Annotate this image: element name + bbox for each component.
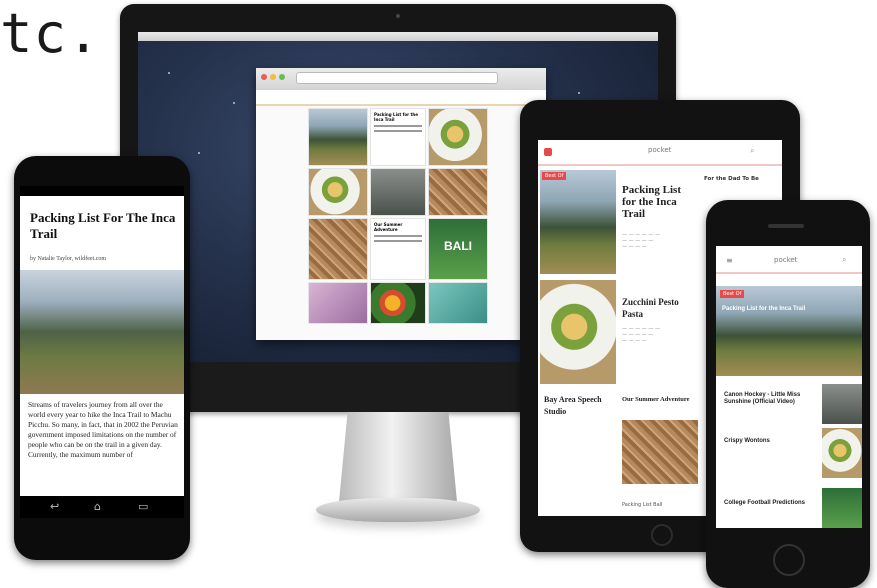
star	[168, 72, 170, 74]
app-name: pocket	[774, 256, 798, 264]
tablet-header: pocket ⌕	[538, 140, 782, 166]
article-hero-image	[20, 270, 184, 394]
card-title[interactable]: Zucchini Pesto Pasta	[622, 296, 694, 320]
tile-image[interactable]	[308, 282, 368, 324]
card-image	[540, 170, 616, 274]
article-byline: by Natalie Taylor, wildfeet.com	[30, 256, 107, 262]
card-title[interactable]: For the Dad To Be	[704, 176, 759, 182]
tile-image[interactable]	[428, 168, 488, 216]
imac-base	[316, 498, 480, 522]
tile-line	[374, 125, 422, 127]
home-icon[interactable]: ⌂	[94, 500, 101, 513]
featured-image[interactable]	[716, 286, 862, 376]
card-title[interactable]: Packing List for the Inca Trail	[622, 184, 694, 220]
bali-text: BALI	[444, 239, 472, 253]
iphone-header: ≡ pocket ⌕	[716, 246, 862, 274]
card-image[interactable]	[622, 420, 698, 484]
tile-image[interactable]	[308, 168, 368, 216]
list-thumbnail	[822, 428, 862, 478]
android-nav-bar: ↩ ⌂ ▭	[20, 496, 184, 518]
close-icon[interactable]	[261, 74, 267, 80]
address-bar[interactable]	[296, 72, 498, 84]
status-bar	[20, 186, 184, 196]
imac-stand	[338, 412, 458, 512]
list-thumbnail	[822, 488, 862, 528]
star	[198, 152, 200, 154]
tile-title: Our Summer Adventure	[374, 222, 403, 232]
browser-window: Packing List for the Inca Trail Our Summ…	[256, 68, 546, 340]
tile-image[interactable]	[428, 108, 488, 166]
pocket-toolbar	[256, 90, 546, 106]
app-name: pocket	[648, 146, 672, 154]
list-item[interactable]: College Football Predictions	[724, 500, 812, 507]
tile-image[interactable]	[428, 282, 488, 324]
tile-article[interactable]: Packing List for the Inca Trail	[370, 108, 426, 166]
tile-line	[374, 240, 422, 242]
tablet-card-image[interactable]	[540, 280, 616, 384]
footer-item[interactable]: Packing List Ball	[622, 502, 662, 508]
menu-icon[interactable]: ≡	[726, 256, 733, 265]
imac-camera	[396, 14, 400, 18]
mac-menu-bar	[138, 32, 658, 41]
card-title[interactable]: Our Summer Adventure	[622, 394, 698, 406]
tile-article[interactable]: Our Summer Adventure	[370, 218, 426, 280]
list-thumbnail	[822, 384, 862, 424]
maximize-icon[interactable]	[279, 74, 285, 80]
star	[578, 92, 580, 94]
tile-line	[374, 235, 422, 237]
tablet-card-image[interactable]: Best Of	[540, 170, 616, 274]
tile-video[interactable]	[370, 168, 426, 216]
search-icon[interactable]: ⌕	[842, 255, 846, 265]
tile-image[interactable]: BALI	[428, 218, 488, 280]
card-excerpt: — — — — — — — — — — — — — — —	[622, 232, 660, 250]
card-excerpt: — — — — — — — — — — — — — — —	[622, 326, 660, 344]
iphone-speaker	[768, 224, 804, 228]
article-body: Streams of travelers journey from all ov…	[28, 400, 178, 459]
back-icon[interactable]: ↩	[50, 500, 59, 513]
star	[233, 102, 235, 104]
best-of-tag: Best Of	[720, 290, 745, 298]
card-title: Bay Area Speech Studio	[544, 395, 602, 416]
browser-toolbar	[256, 68, 546, 90]
tablet-home-button[interactable]	[651, 524, 673, 546]
pocket-logo-icon[interactable]	[544, 148, 552, 156]
recents-icon[interactable]: ▭	[138, 500, 148, 513]
iphone-screen: ≡ pocket ⌕ Best Of Packing List for the …	[716, 246, 862, 528]
tile-image[interactable]	[308, 218, 368, 280]
iphone-home-button[interactable]	[773, 544, 805, 576]
list-item[interactable]: Crispy Wontons	[724, 438, 812, 445]
tile-image[interactable]	[370, 282, 426, 324]
minimize-icon[interactable]	[270, 74, 276, 80]
heading-text: tc.	[0, 2, 101, 65]
best-of-tag: Best Of	[542, 172, 567, 180]
featured-title: Packing List for the Inca Trail	[722, 306, 806, 312]
search-icon[interactable]: ⌕	[750, 146, 754, 156]
android-screen: Packing List For The Inca Trail by Natal…	[20, 186, 184, 496]
list-item[interactable]: Canon Hockey - Little Miss Sunshine (Off…	[724, 392, 812, 406]
tile-line	[374, 130, 422, 132]
article-title: Packing List For The Inca Trail	[30, 210, 176, 241]
tile-image[interactable]	[308, 108, 368, 166]
tile-title: Packing List for the Inca Trail	[374, 112, 418, 122]
